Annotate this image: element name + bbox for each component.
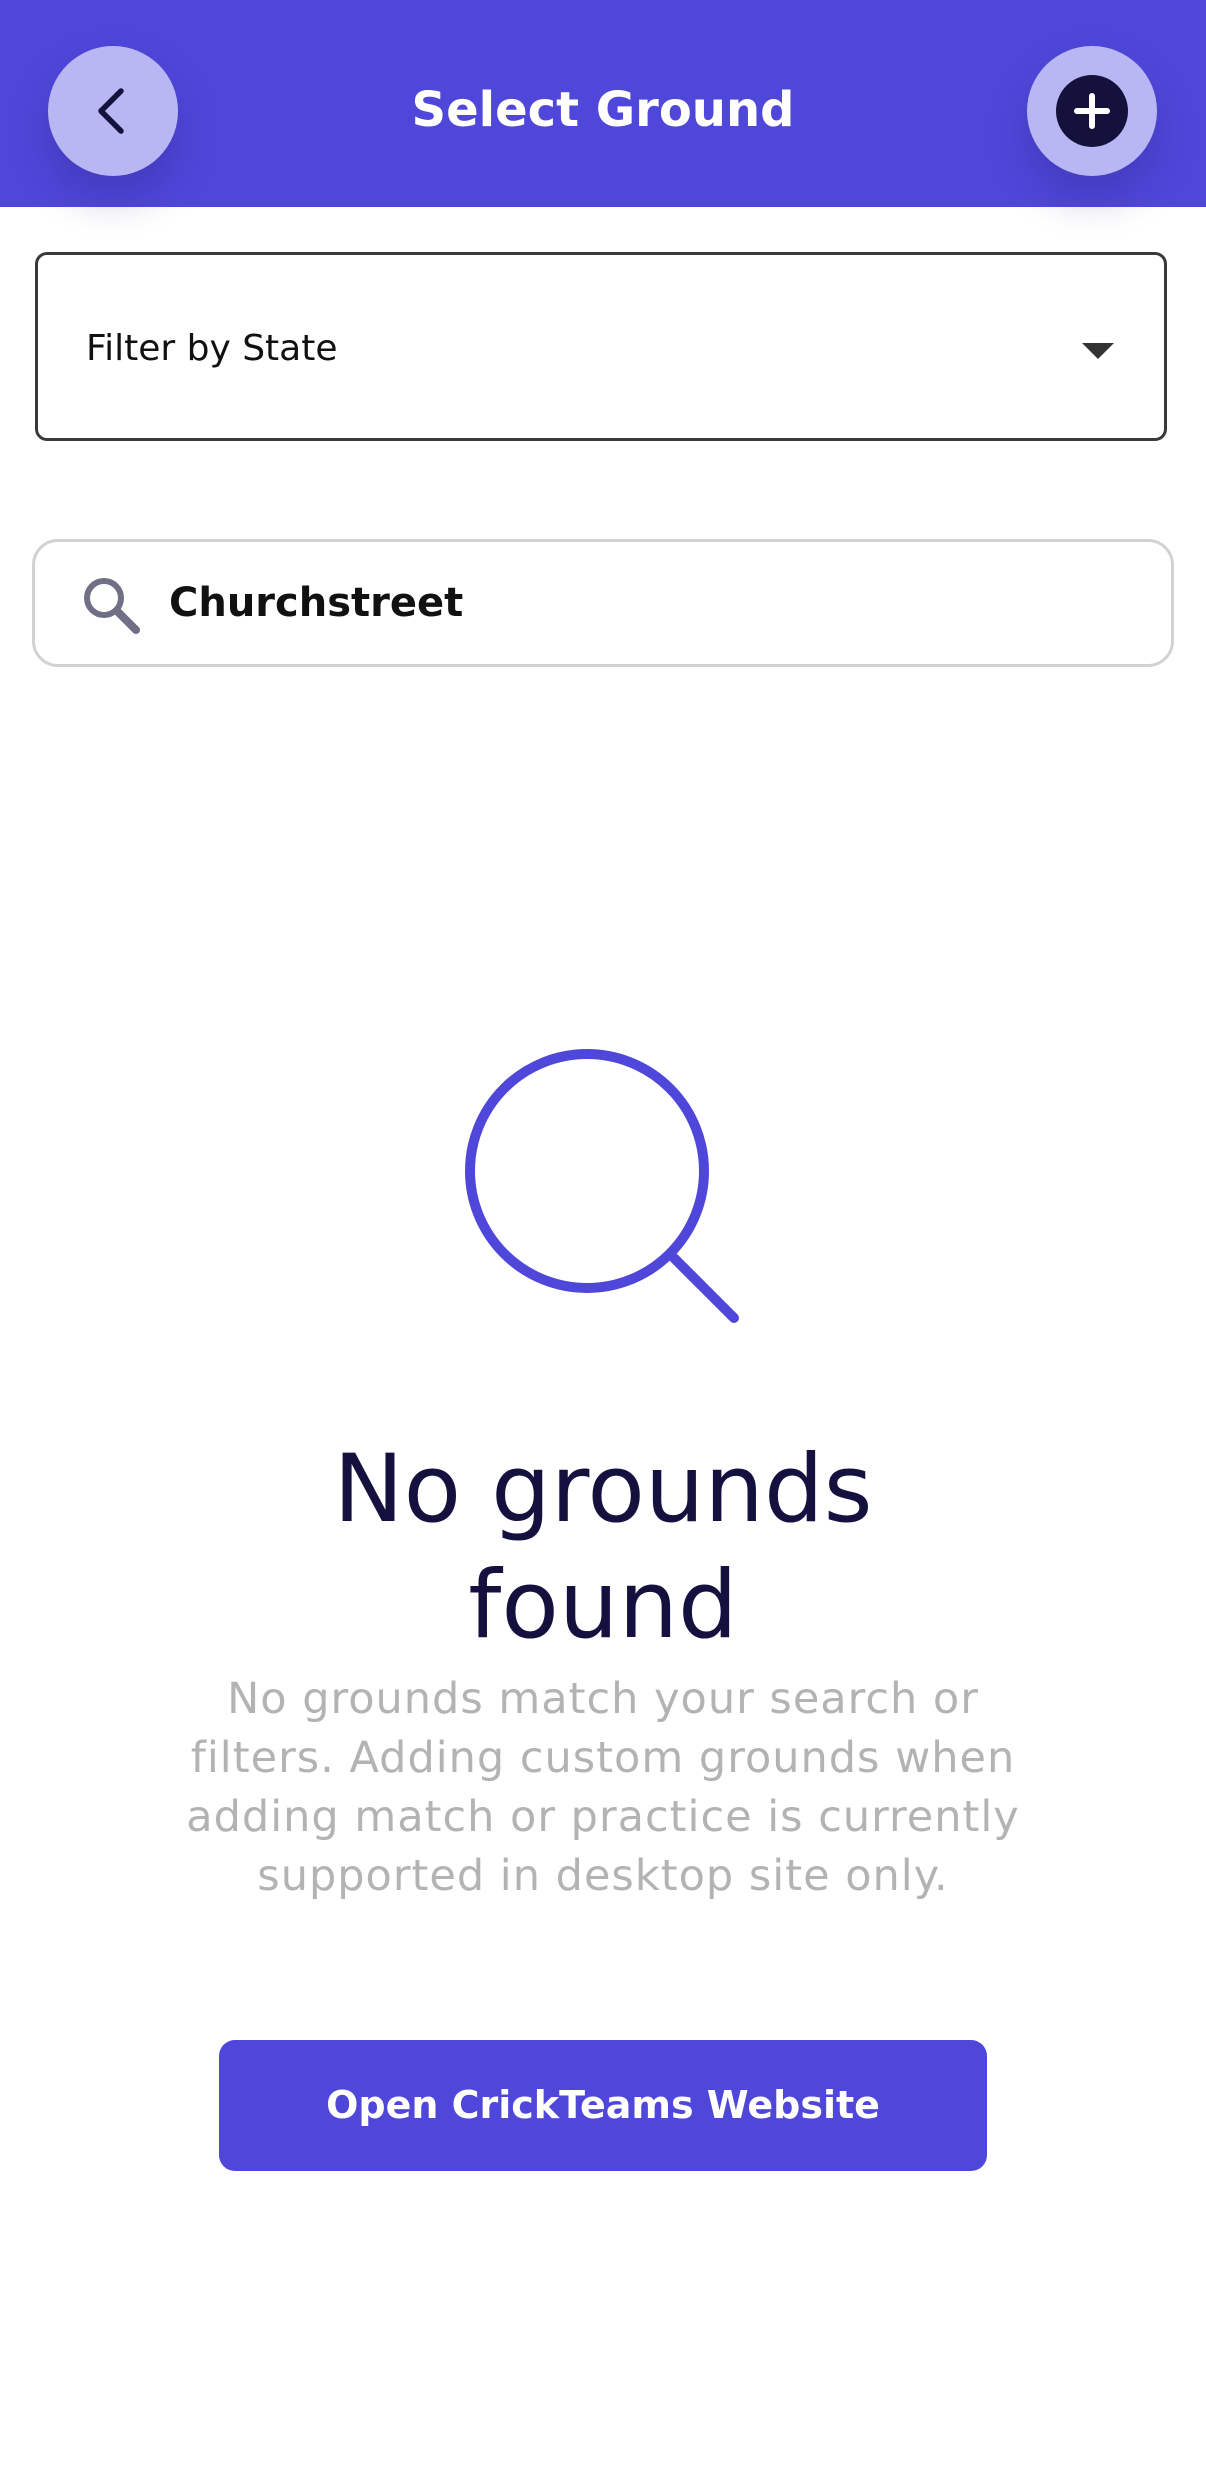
open-website-button[interactable]: Open CrickTeams Website	[219, 2040, 987, 2171]
search-input[interactable]	[169, 568, 1129, 638]
state-filter-dropdown[interactable]: Filter by State	[35, 252, 1167, 441]
search-icon	[80, 574, 142, 636]
magnifier-icon	[462, 1046, 748, 1332]
empty-state-description: No grounds match your search or filters.…	[186, 1674, 1020, 1901]
plus-circle-icon	[1056, 75, 1128, 147]
state-filter-label: Filter by State	[86, 328, 338, 369]
header-bar: Select Ground	[0, 0, 1206, 207]
search-bar[interactable]	[32, 539, 1174, 667]
add-ground-button[interactable]	[1027, 46, 1157, 176]
caret-down-icon	[1082, 343, 1114, 359]
page-title: Select Ground	[411, 82, 795, 138]
empty-state-title: No grounds found	[333, 1435, 873, 1660]
